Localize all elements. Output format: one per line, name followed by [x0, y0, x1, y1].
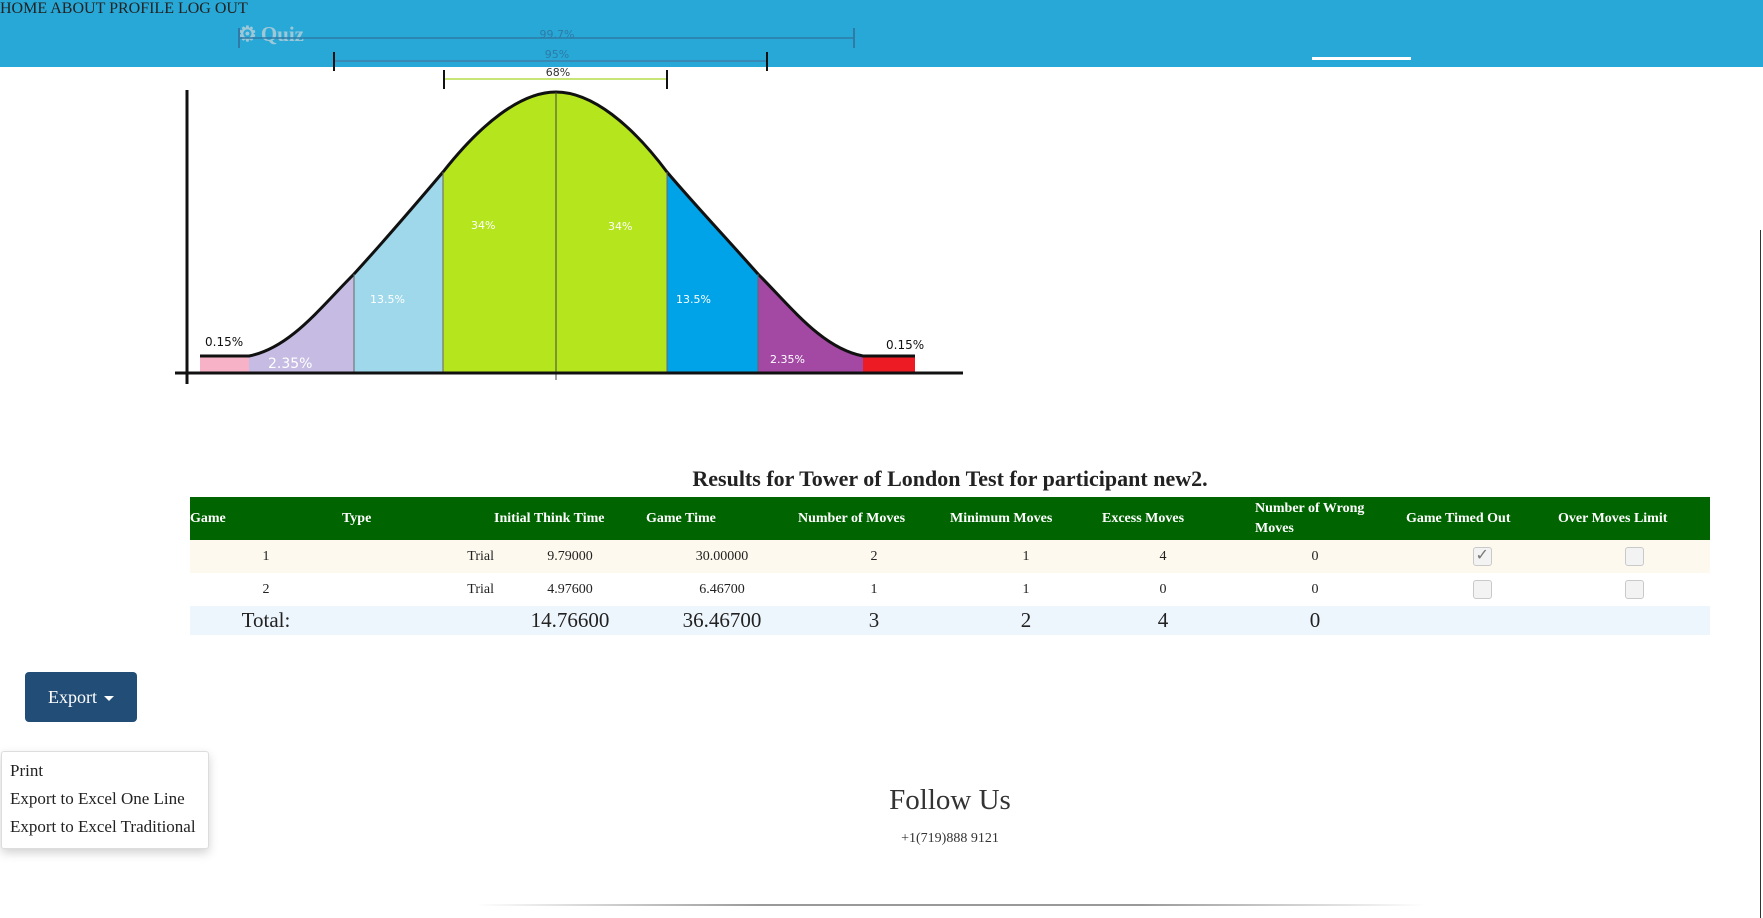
phone-number: +1(719)888 9121 — [901, 831, 999, 846]
results-title: Results for Tower of London Test for par… — [692, 466, 1208, 491]
caret-down-icon — [104, 696, 114, 701]
timed-out-checkbox[interactable] — [1472, 580, 1492, 599]
band-label-68: 68% — [546, 66, 570, 79]
seg-label-2: 13.5% — [370, 293, 405, 306]
cell-moves: 1 — [798, 573, 950, 606]
band-label-95: 95% — [545, 48, 569, 61]
cell-game: 1 — [190, 540, 342, 573]
col-initial-think-time: Initial Think Time — [494, 497, 646, 540]
over-limit-checkbox[interactable] — [1624, 580, 1644, 599]
table-row: 2 Trial 4.97600 6.46700 1 1 0 0 — [190, 573, 1710, 606]
normal-distribution-image: 99.7% 95% 68% 0.15% 2.35% 13.5% 34% 34% … — [175, 28, 963, 384]
col-wrong-moves: Number of Wrong Moves — [1224, 497, 1406, 540]
col-number-of-moves: Number of Moves — [798, 497, 950, 540]
col-over-moves-limit: Over Moves Limit — [1558, 497, 1710, 540]
footer-divider — [475, 904, 1425, 906]
cell-min: 1 — [950, 573, 1102, 606]
total-min: 2 — [950, 606, 1102, 635]
segment-left-1 — [354, 172, 443, 372]
cell-wrong: 0 — [1224, 540, 1406, 573]
seg-label-1: 2.35% — [268, 356, 312, 372]
seg-label-7: 0.15% — [886, 338, 924, 352]
seg-label-5: 13.5% — [676, 293, 711, 306]
export-label: Export — [48, 686, 97, 707]
col-excess-moves: Excess Moves — [1102, 497, 1224, 540]
segment-far-left — [200, 356, 249, 372]
table-header-row: Game Type Initial Think Time Game Time N… — [190, 497, 1710, 540]
cell-type: Trial — [342, 540, 494, 573]
results-table: Game Type Initial Think Time Game Time N… — [190, 497, 1710, 635]
seg-label-3: 34% — [471, 219, 495, 232]
timed-out-checkbox[interactable] — [1472, 545, 1492, 566]
cell-type: Trial — [342, 573, 494, 606]
segment-right-1 — [667, 172, 758, 372]
col-type: Type — [342, 497, 494, 540]
band-label-997: 99.7% — [540, 28, 575, 41]
cell-time: 30.00000 — [646, 540, 798, 573]
cell-excess: 4 — [1102, 540, 1224, 573]
col-game-time: Game Time — [646, 497, 798, 540]
col-game: Game — [190, 497, 342, 540]
total-moves: 3 — [798, 606, 950, 635]
total-excess: 4 — [1102, 606, 1224, 635]
col-minimum-moves: Minimum Moves — [950, 497, 1102, 540]
cell-time: 6.46700 — [646, 573, 798, 606]
seg-label-0: 0.15% — [205, 335, 243, 349]
cell-wrong: 0 — [1224, 573, 1406, 606]
total-wrong: 0 — [1224, 606, 1406, 635]
cell-game: 2 — [190, 573, 342, 606]
seg-label-6: 2.35% — [770, 353, 805, 366]
cell-min: 1 — [950, 540, 1102, 573]
cell-think: 4.97600 — [494, 573, 646, 606]
cell-moves: 2 — [798, 540, 950, 573]
segment-far-right — [863, 356, 915, 372]
follow-us-heading: Follow Us — [889, 784, 1011, 816]
total-time: 36.46700 — [646, 606, 798, 635]
total-label: Total: — [190, 606, 342, 635]
table-row: 1 Trial 9.79000 30.00000 2 1 4 0 — [190, 540, 1710, 573]
menu-print[interactable]: Print — [10, 761, 43, 781]
seg-label-4: 34% — [608, 220, 632, 233]
cell-excess: 0 — [1102, 573, 1224, 606]
cell-think: 9.79000 — [494, 540, 646, 573]
over-limit-checkbox[interactable] — [1624, 547, 1644, 566]
col-game-timed-out: Game Timed Out — [1406, 497, 1558, 540]
total-row: Total: 14.76600 36.46700 3 2 4 0 — [190, 606, 1710, 635]
total-think: 14.76600 — [494, 606, 646, 635]
export-button[interactable]: Export — [25, 672, 137, 722]
